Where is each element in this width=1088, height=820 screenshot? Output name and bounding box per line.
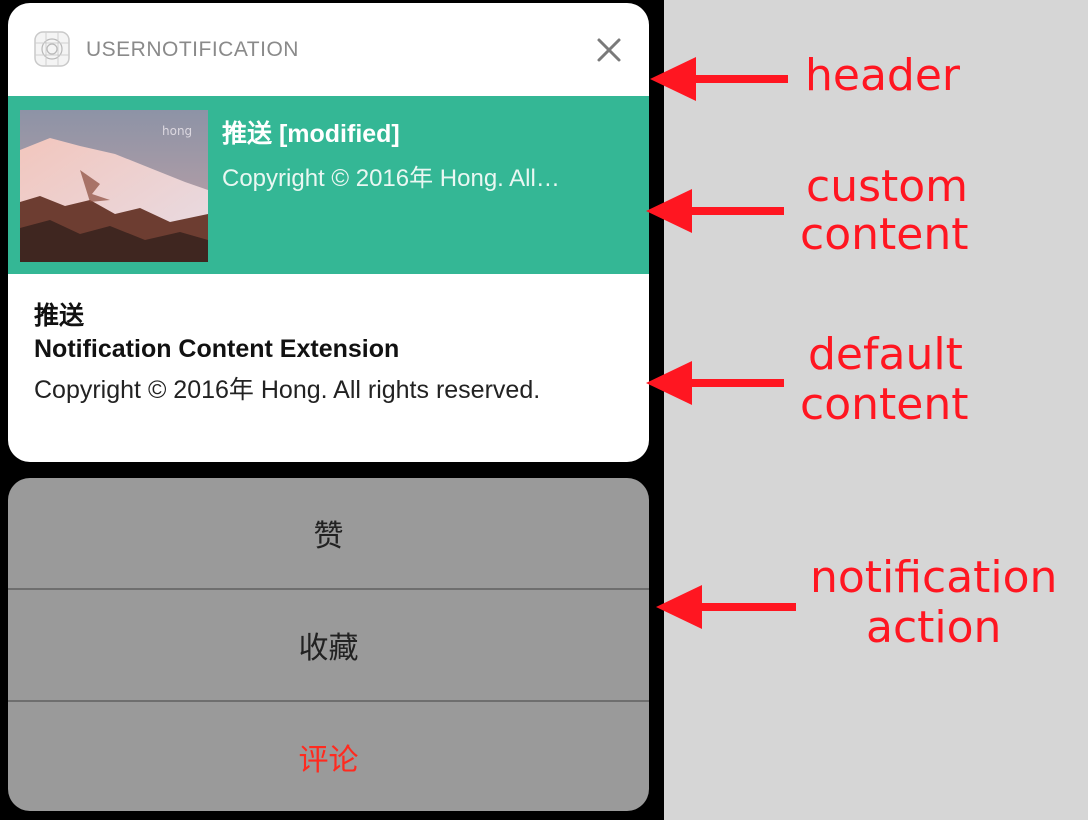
- header-label: header: [805, 50, 961, 101]
- custom-body: Copyright © 2016年 Hong. All…: [222, 165, 560, 192]
- thumbnail-image: hong: [20, 110, 208, 262]
- custom-content-arrow: [646, 189, 784, 233]
- default-content-area: 推送 Notification Content Extension Copyri…: [8, 296, 649, 456]
- action-like[interactable]: 赞: [8, 478, 649, 588]
- action-favorite[interactable]: 收藏: [8, 590, 649, 700]
- header-arrow: [650, 57, 788, 101]
- notification-card[interactable]: USERNOTIFICATION hong 推送 [modified] Copy…: [8, 3, 649, 462]
- default-label-line2: content: [800, 379, 969, 430]
- thumbnail-caption: hong: [162, 124, 193, 138]
- notification-header: USERNOTIFICATION: [8, 3, 649, 96]
- default-subtitle: Notification Content Extension: [34, 335, 400, 363]
- action-comment[interactable]: 评论: [8, 702, 649, 811]
- custom-label-line2: content: [800, 209, 969, 260]
- action-label-line1: notification: [810, 552, 1058, 603]
- default-content-arrow: [646, 361, 784, 405]
- action-label-line2: action: [866, 602, 1002, 653]
- notification-actions: 赞 收藏 评论: [8, 478, 649, 811]
- close-icon[interactable]: [592, 33, 626, 67]
- default-body: Copyright © 2016年 Hong. All rights reser…: [34, 376, 541, 404]
- app-name: USERNOTIFICATION: [86, 38, 299, 61]
- custom-title: 推送 [modified]: [222, 120, 400, 148]
- custom-label-line1: custom: [806, 161, 969, 212]
- action-arrow: [656, 585, 796, 629]
- default-title: 推送: [34, 302, 85, 330]
- custom-content-area[interactable]: hong 推送 [modified] Copyright © 2016年 Hon…: [8, 96, 649, 274]
- app-grid-icon: [34, 31, 70, 67]
- default-label-line1: default: [808, 329, 963, 380]
